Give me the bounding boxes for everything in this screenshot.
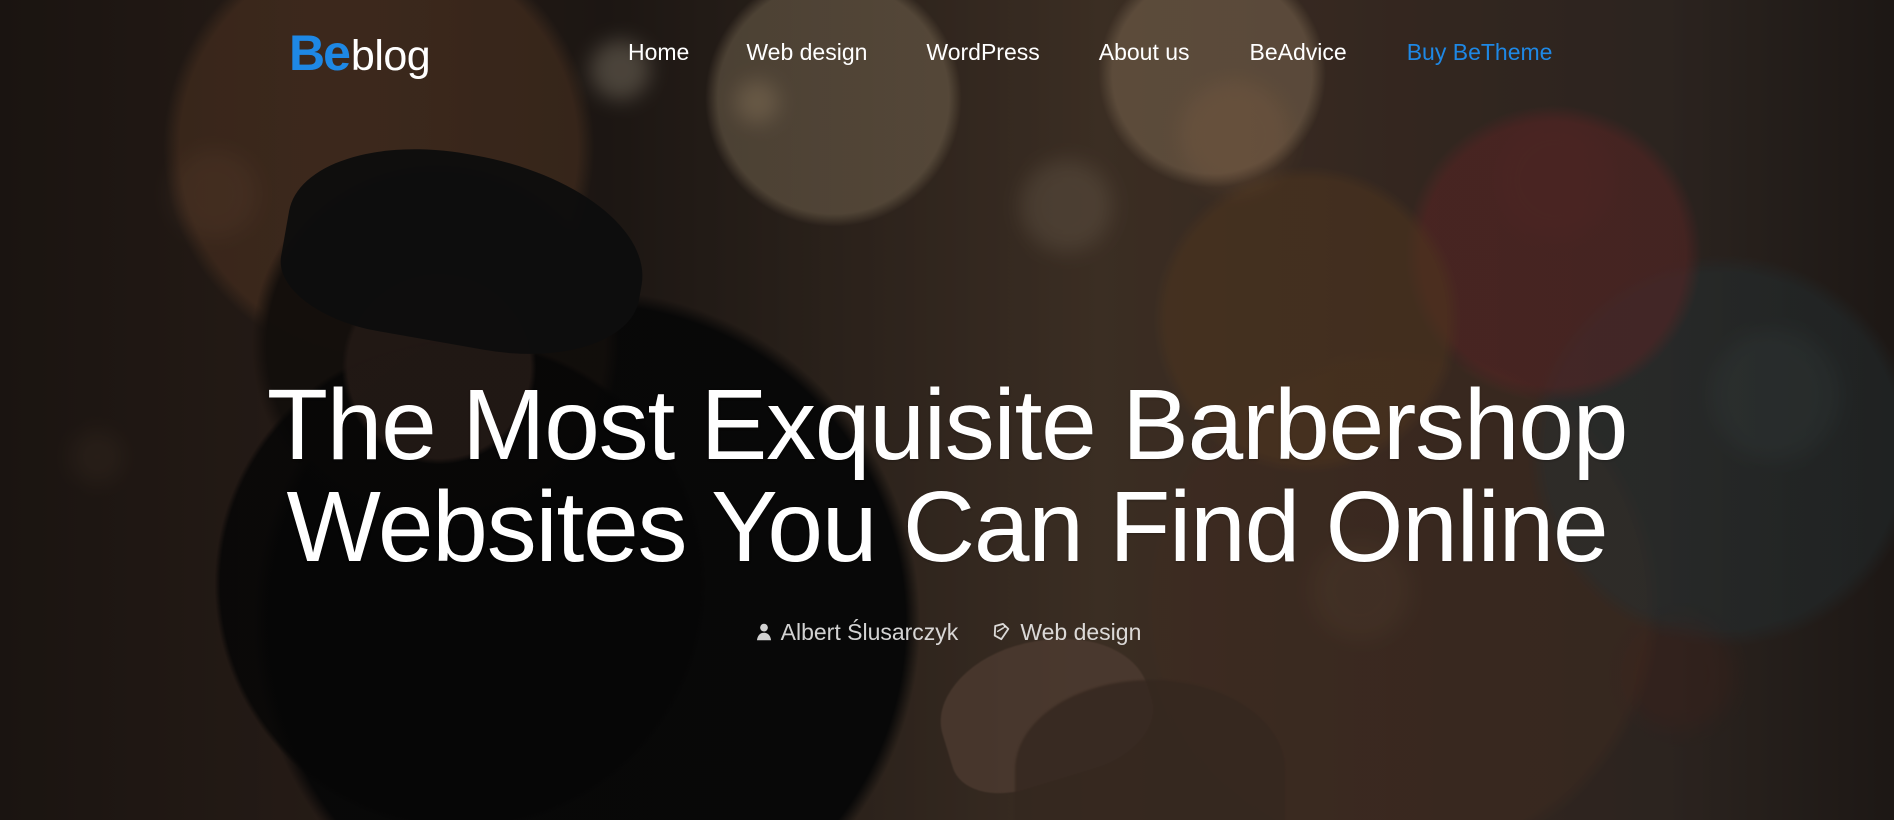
hero-content: The Most Exquisite Barbershop Websites Y… (0, 374, 1894, 647)
category-name: Web design (1020, 619, 1142, 645)
nav-web-design-link[interactable]: Web design (746, 37, 867, 67)
user-icon (756, 623, 771, 641)
nav-home-link[interactable]: Home (628, 37, 689, 67)
site-header: Be blog Home Web design WordPress About … (0, 0, 1894, 105)
author-name: Albert Ślusarczyk (780, 619, 959, 645)
beblog-logo[interactable]: Be blog (289, 24, 431, 81)
category-link[interactable]: Web design (992, 617, 1141, 647)
nav-wordpress-link[interactable]: WordPress (926, 37, 1039, 67)
post-title: The Most Exquisite Barbershop Websites Y… (147, 374, 1747, 578)
logo-be-text: Be (289, 25, 351, 81)
nav-about-us-link[interactable]: About us (1099, 37, 1190, 67)
tag-icon (994, 623, 1010, 641)
nav-beadvice-link[interactable]: BeAdvice (1250, 37, 1347, 67)
post-title-line-1: The Most Exquisite Barbershop (266, 369, 1629, 481)
main-navigation: Home Web design WordPress About us BeAdv… (628, 37, 1552, 67)
post-meta: Albert Ślusarczyk Web design (0, 617, 1894, 647)
blog-hero: Be blog Home Web design WordPress About … (0, 0, 1894, 820)
post-title-line-2: Websites You Can Find Online (286, 471, 1609, 583)
author-link[interactable]: Albert Ślusarczyk (753, 617, 959, 647)
logo-blog-text: blog (350, 32, 431, 80)
nav-buy-betheme-link[interactable]: Buy BeTheme (1407, 37, 1553, 67)
